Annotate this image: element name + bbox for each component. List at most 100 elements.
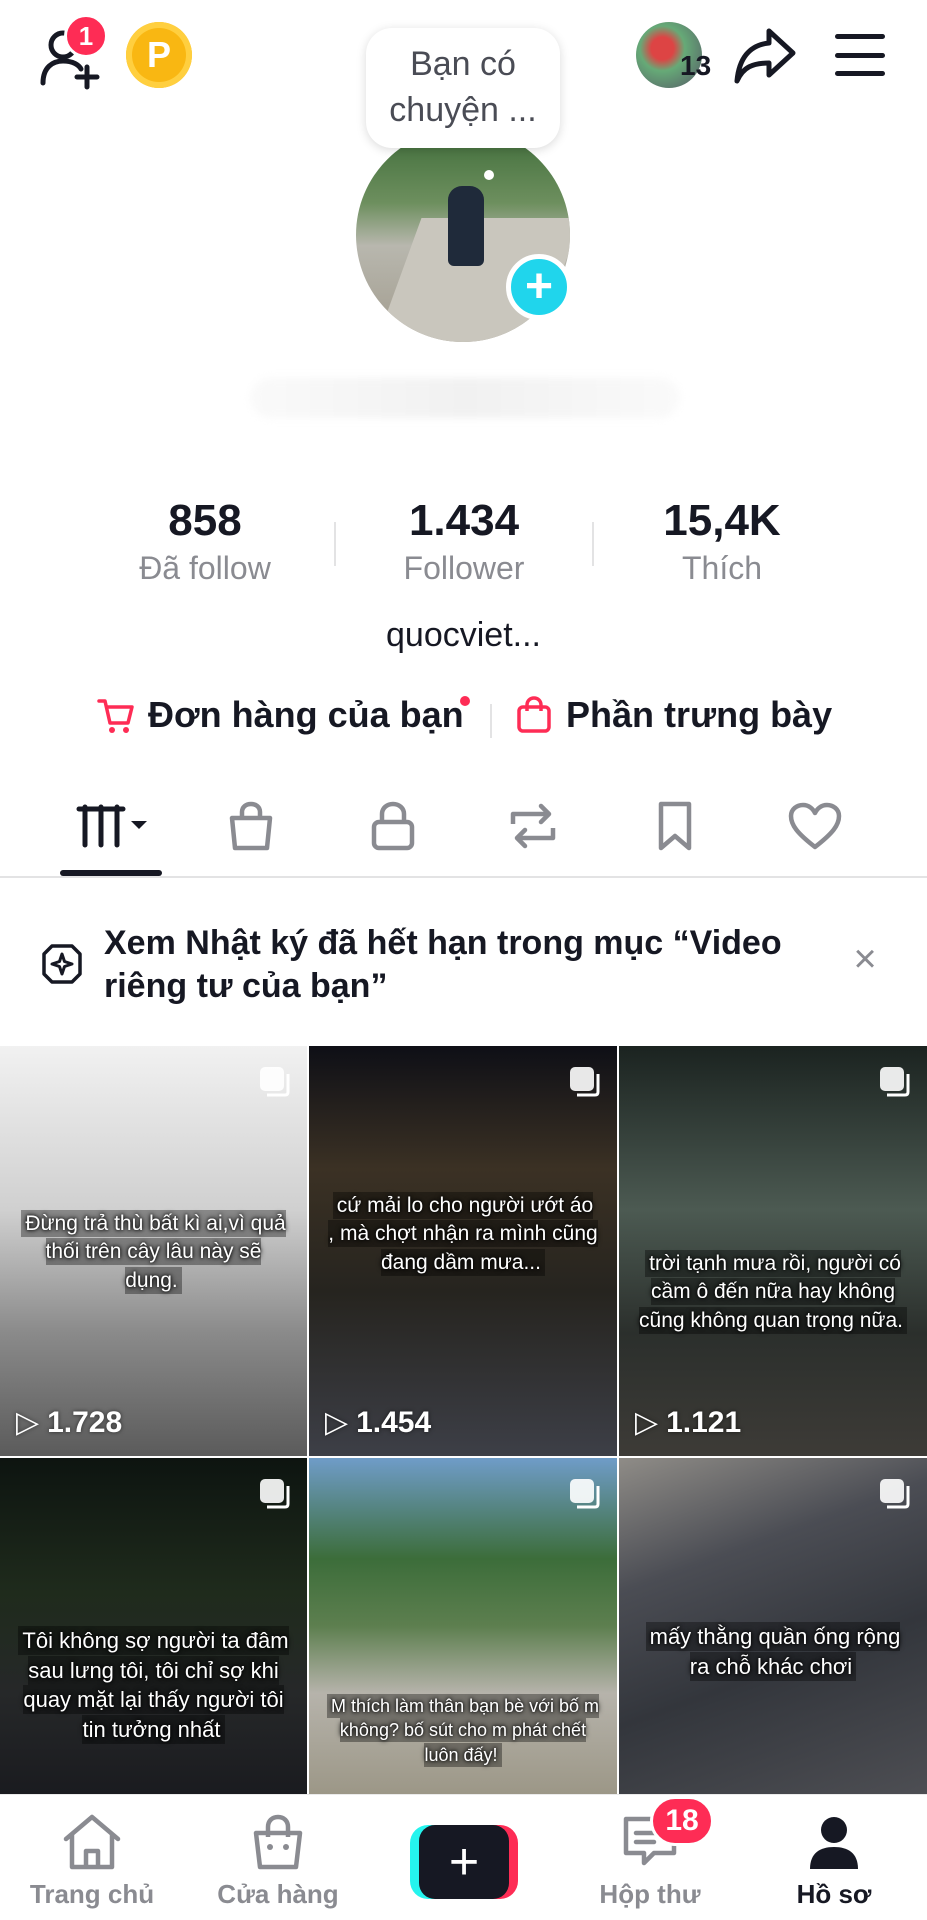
diary-icon bbox=[42, 944, 82, 984]
links-divider bbox=[490, 704, 492, 738]
caption-text: M thích làm thân bạn bè với bố m không? … bbox=[327, 1694, 599, 1767]
view-count-value: 1.121 bbox=[666, 1405, 742, 1439]
view-count: ▷ 1.121 bbox=[635, 1405, 741, 1440]
tab-shop[interactable] bbox=[196, 788, 306, 864]
add-avatar-button[interactable]: + bbox=[506, 254, 572, 320]
menu-line bbox=[835, 52, 885, 58]
multi-photo-icon bbox=[880, 1479, 910, 1509]
avatar-rider bbox=[448, 186, 484, 266]
cart-icon bbox=[97, 699, 134, 733]
content-tabs bbox=[0, 788, 927, 878]
lock-icon bbox=[371, 801, 415, 851]
share-icon bbox=[734, 28, 796, 84]
stat-value: 1.434 bbox=[408, 496, 520, 545]
video-caption: trời tạnh mưa rồi, người có cầm ô đến nữ… bbox=[637, 1250, 909, 1335]
video-caption: cứ mải lo cho người ướt áo , mà chợt nhậ… bbox=[327, 1192, 599, 1277]
view-count: ▷ 1.454 bbox=[325, 1405, 431, 1440]
active-tab-indicator bbox=[60, 870, 162, 876]
inbox-badge: 18 bbox=[650, 1796, 714, 1846]
nav-label: Hồ sơ bbox=[796, 1879, 872, 1909]
bio-text[interactable]: quocviet... bbox=[0, 616, 927, 655]
story-count: 13 bbox=[680, 50, 712, 81]
blurred-username bbox=[250, 378, 680, 418]
video-thumbnail[interactable]: Đừng trả thù bất kì ai,vì quả thối trên … bbox=[0, 1046, 307, 1456]
multi-photo-icon bbox=[260, 1479, 290, 1509]
repost-icon bbox=[510, 803, 556, 849]
plus-icon: + bbox=[419, 1825, 509, 1899]
showcase-label: Phần trưng bày bbox=[566, 694, 833, 735]
video-caption: mấy thằng quần ống rộng ra chỗ khác chơi bbox=[637, 1622, 909, 1681]
caption-text: cứ mải lo cho người ướt áo , mà chợt nhậ… bbox=[328, 1192, 598, 1276]
menu-button[interactable] bbox=[830, 22, 890, 88]
nav-label: Trang chủ bbox=[29, 1879, 155, 1909]
nav-profile[interactable]: Hồ sơ bbox=[744, 1813, 924, 1910]
play-icon: ▷ bbox=[325, 1406, 349, 1439]
video-grid: Đừng trả thù bất kì ai,vì quả thối trên … bbox=[0, 1046, 927, 1794]
video-caption: M thích làm thân bạn bè với bố m không? … bbox=[327, 1694, 599, 1767]
close-icon[interactable]: × bbox=[846, 937, 884, 981]
stat-value: 15,4K bbox=[663, 496, 781, 545]
orders-link[interactable]: Đơn hàng của bạn bbox=[96, 694, 464, 736]
stat-following[interactable]: 858 Đã follow bbox=[75, 496, 335, 587]
stat-label: Follower bbox=[403, 550, 525, 586]
stat-likes[interactable]: 15,4K Thích bbox=[592, 496, 852, 587]
tab-reposts[interactable] bbox=[478, 788, 588, 864]
video-caption: Tôi không sợ người ta đâm sau lưng tôi, … bbox=[18, 1626, 289, 1745]
showcase-link[interactable]: Phần trưng bày bbox=[514, 694, 832, 736]
tab-saved[interactable] bbox=[620, 788, 730, 864]
video-thumbnail[interactable]: mấy thằng quần ống rộng ra chỗ khác chơi bbox=[619, 1458, 927, 1794]
view-count: ▷ 1.728 bbox=[16, 1405, 122, 1440]
profile-icon bbox=[810, 1817, 858, 1869]
create-button[interactable]: + bbox=[410, 1825, 518, 1899]
multi-photo-icon bbox=[260, 1067, 290, 1097]
multi-photo-icon bbox=[570, 1067, 600, 1097]
video-thumbnail[interactable]: Tôi không sợ người ta đâm sau lưng tôi, … bbox=[0, 1458, 307, 1794]
notification-badge: 1 bbox=[64, 14, 108, 58]
heart-icon bbox=[788, 802, 842, 850]
nav-shop[interactable]: Cửa hàng bbox=[188, 1813, 368, 1910]
stat-label: Thích bbox=[681, 550, 763, 586]
video-caption: Đừng trả thù bất kì ai,vì quả thối trên … bbox=[18, 1210, 289, 1295]
stat-label: Đã follow bbox=[139, 550, 271, 586]
nav-home[interactable]: Trang chủ bbox=[2, 1813, 182, 1910]
tabs-divider bbox=[0, 876, 927, 878]
caption-text: trời tạnh mưa rồi, người có cầm ô đến nữ… bbox=[639, 1250, 907, 1334]
menu-line bbox=[835, 34, 885, 39]
notice-text: Xem Nhật ký đã hết hạn trong mục “Video … bbox=[104, 924, 782, 1005]
bubble-tail bbox=[484, 170, 494, 180]
menu-line bbox=[835, 71, 885, 76]
video-thumbnail[interactable]: cứ mải lo cho người ướt áo , mà chợt nhậ… bbox=[309, 1046, 617, 1456]
nav-label: Hộp thư bbox=[599, 1879, 701, 1909]
bag-icon bbox=[517, 696, 551, 733]
tab-private[interactable] bbox=[338, 788, 448, 864]
bag-icon bbox=[229, 801, 273, 851]
grid-icon bbox=[76, 804, 147, 848]
video-thumbnail[interactable]: M thích làm thân bạn bè với bố m không? … bbox=[309, 1458, 617, 1794]
video-thumbnail[interactable]: trời tạnh mưa rồi, người có cầm ô đến nữ… bbox=[619, 1046, 927, 1456]
stat-divider bbox=[592, 522, 594, 566]
shop-icon bbox=[253, 1814, 303, 1870]
stat-followers[interactable]: 1.434 Follower bbox=[334, 496, 594, 587]
play-icon: ▷ bbox=[635, 1406, 659, 1439]
multi-photo-icon bbox=[570, 1479, 600, 1509]
nav-label: Cửa hàng bbox=[217, 1879, 339, 1909]
caption-text: Tôi không sợ người ta đâm sau lưng tôi, … bbox=[18, 1626, 289, 1745]
tab-videos[interactable] bbox=[56, 788, 166, 864]
stat-value: 858 bbox=[168, 496, 242, 545]
status-bubble[interactable]: Bạn có chuyện ... bbox=[366, 28, 560, 148]
caption-text: Đừng trả thù bất kì ai,vì quả thối trên … bbox=[21, 1210, 286, 1294]
bottom-navigation: Trang chủ Cửa hàng + Hộp thư Hồ sơ bbox=[0, 1794, 927, 1920]
multi-photo-icon bbox=[880, 1067, 910, 1097]
bookmark-icon bbox=[658, 801, 692, 851]
stat-divider bbox=[334, 522, 336, 566]
home-icon bbox=[63, 1814, 121, 1870]
orders-dot bbox=[460, 696, 470, 706]
coin-icon[interactable]: P bbox=[126, 22, 192, 88]
tab-liked[interactable] bbox=[760, 788, 870, 864]
view-count-value: 1.728 bbox=[47, 1405, 123, 1439]
share-button[interactable] bbox=[730, 20, 800, 90]
expired-diary-notice[interactable]: Xem Nhật ký đã hết hạn trong mục “Video … bbox=[0, 892, 927, 1042]
plus-icon: + bbox=[524, 260, 554, 313]
view-count-value: 1.454 bbox=[356, 1405, 432, 1439]
profile-stats: 858 Đã follow 1.434 Follower 15,4K Thích bbox=[0, 496, 927, 596]
